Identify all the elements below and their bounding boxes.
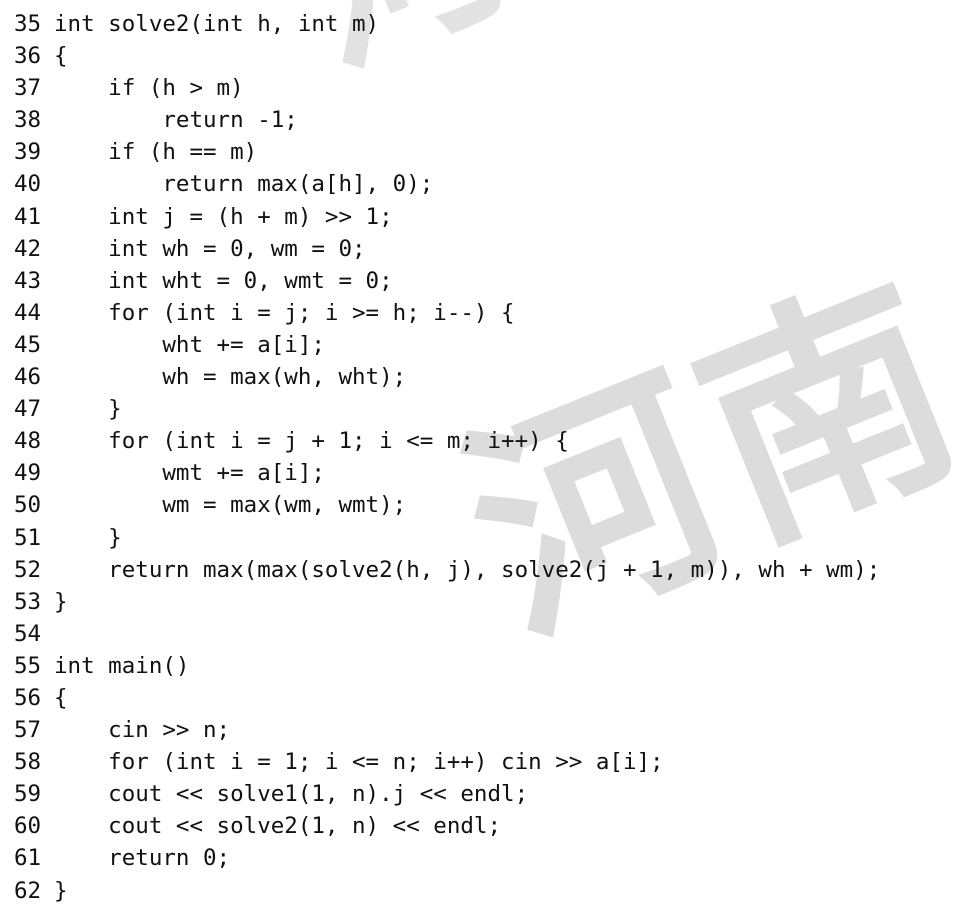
code-text: return max(a[h], 0); xyxy=(54,171,434,198)
code-text: int main() xyxy=(54,652,190,679)
code-line: 56 { xyxy=(14,682,880,714)
code-line: 45 wht += a[i]; xyxy=(14,329,880,361)
code-text: { xyxy=(54,684,68,711)
line-number: 38 xyxy=(14,107,42,134)
line-number: 46 xyxy=(14,364,42,391)
code-line: 39 if (h == m) xyxy=(14,136,880,168)
code-text: wh = max(wh, wht); xyxy=(54,364,407,391)
code-text: } xyxy=(54,396,122,423)
code-document-page: 河 河南 35int solve2(int h, int m) 36{ 37 i… xyxy=(0,0,980,908)
line-number: 42 xyxy=(14,235,42,262)
code-line: 62} xyxy=(14,875,880,907)
code-listing: 35 int solve2(int h, int m) 36 { 37 if (h … xyxy=(14,8,880,907)
code-text: for (int i = 1; i <= n; i++) cin >> a[i]… xyxy=(54,749,664,776)
code-line: 43 int wht = 0, wmt = 0; xyxy=(14,265,880,297)
code-line: 37 if (h > m) xyxy=(14,72,880,104)
code-text: int wht = 0, wmt = 0; xyxy=(54,267,393,294)
code-text: for (int i = j + 1; i <= m; i++) { xyxy=(54,428,569,455)
code-text: cout << solve1(1, n).j << endl; xyxy=(54,781,529,808)
line-number: 40 xyxy=(14,171,42,198)
code-text: return -1; xyxy=(54,107,298,134)
code-line: 35 int solve2(int h, int m) xyxy=(14,8,880,40)
line-number: 62 xyxy=(14,877,42,904)
line-number: 47 xyxy=(14,396,42,423)
line-number: 37 xyxy=(14,75,42,102)
line-number: 52 xyxy=(14,556,42,583)
line-number: 45 xyxy=(14,331,42,358)
code-line: 50 wm = max(wm, wmt); xyxy=(14,489,880,521)
code-line: 44 for (int i = j; i >= h; i--) { xyxy=(14,297,880,329)
line-number: 39 xyxy=(14,139,42,166)
code-line: 54 xyxy=(14,618,880,650)
code-line: 58 for (int i = 1; i <= n; i++) cin >> a… xyxy=(14,746,880,778)
code-line: 60 cout << solve2(1, n) << endl; xyxy=(14,810,880,842)
line-number: 61 xyxy=(14,845,42,872)
code-line: 41 int j = (h + m) >> 1; xyxy=(14,201,880,233)
code-text: int solve2(int h, int m) xyxy=(54,11,380,37)
code-line: 57 cin >> n; xyxy=(14,714,880,746)
line-number: 48 xyxy=(14,428,42,455)
code-line: 46 wh = max(wh, wht); xyxy=(14,361,880,393)
code-line: 53} xyxy=(14,586,880,618)
code-line: 49 wmt += a[i]; xyxy=(14,457,880,489)
code-text: cout << solve2(1, n) << endl; xyxy=(54,813,502,840)
line-number: 44 xyxy=(14,299,42,326)
code-line: 48 for (int i = j + 1; i <= m; i++) { xyxy=(14,425,880,457)
code-line: 47 } xyxy=(14,393,880,425)
line-number: 53 xyxy=(14,588,42,615)
code-text: cin >> n; xyxy=(54,717,231,744)
code-line: 36 { xyxy=(14,40,880,72)
code-text: } xyxy=(54,588,68,615)
code-text: wmt += a[i]; xyxy=(54,460,325,487)
line-number: 51 xyxy=(14,524,42,551)
code-line: 40 return max(a[h], 0); xyxy=(14,168,880,200)
line-number: 58 xyxy=(14,749,42,776)
line-number: 60 xyxy=(14,813,42,840)
code-line: 51 } xyxy=(14,522,880,554)
line-number: 49 xyxy=(14,460,42,487)
code-text: int j = (h + m) >> 1; xyxy=(54,203,393,230)
code-line: 42 int wh = 0, wm = 0; xyxy=(14,233,880,265)
line-number: 41 xyxy=(14,203,42,230)
line-number: 43 xyxy=(14,267,42,294)
code-text: int wh = 0, wm = 0; xyxy=(54,235,366,262)
code-line: 59 cout << solve1(1, n).j << endl; xyxy=(14,778,880,810)
code-text: wht += a[i]; xyxy=(54,331,325,358)
code-text: for (int i = j; i >= h; i--) { xyxy=(54,299,515,326)
code-line: 52 return max(max(solve2(h, j), solve2(j… xyxy=(14,554,880,586)
line-number: 35 xyxy=(14,11,42,37)
code-line: 55 int main() xyxy=(14,650,880,682)
line-number: 56 xyxy=(14,684,42,711)
line-number: 36 xyxy=(14,43,42,70)
code-text: { xyxy=(54,43,68,70)
line-number: 50 xyxy=(14,492,42,519)
line-number: 55 xyxy=(14,652,42,679)
code-text: return 0; xyxy=(54,845,231,872)
line-number: 57 xyxy=(14,717,42,744)
code-text: } xyxy=(54,524,122,551)
code-text: if (h > m) xyxy=(54,75,244,102)
code-text: wm = max(wm, wmt); xyxy=(54,492,407,519)
code-text: if (h == m) xyxy=(54,139,258,166)
code-text: return max(max(solve2(h, j), solve2(j + … xyxy=(54,556,881,583)
code-line: 38 return -1; xyxy=(14,104,880,136)
code-line: 61 return 0; xyxy=(14,842,880,874)
line-number: 54 xyxy=(14,620,42,647)
line-number: 59 xyxy=(14,781,42,808)
code-text: } xyxy=(54,877,68,904)
